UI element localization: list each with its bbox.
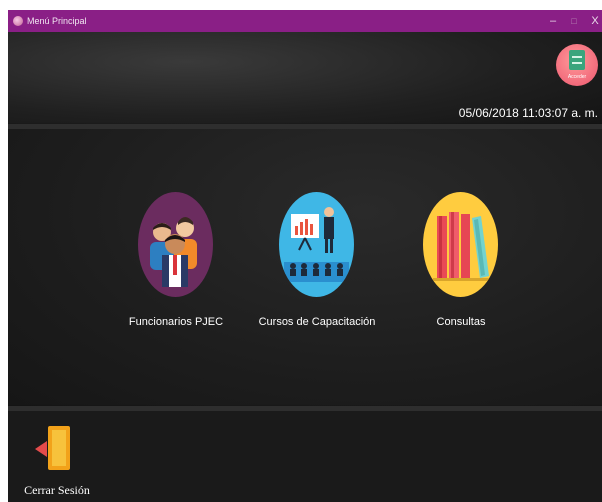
menu-item-label: Funcionarios PJEC [128,316,224,328]
app-icon [13,16,23,26]
settings-button-label: Acceder [567,74,587,80]
window-title: Menú Principal [27,16,87,26]
checklist-icon [569,50,585,70]
logout-door-icon [48,426,70,470]
menu-item-label: Cursos de Capacitación [258,316,376,328]
menu-item-label: Consultas [436,316,486,328]
footer-panel: Cerrar Sesión [8,411,602,502]
arrow-left-icon [35,441,47,457]
title-bar[interactable]: Menú Principal – □ X [8,10,602,32]
menu-item-cursos[interactable]: Cursos de Capacitación [252,192,382,337]
people-icon [138,192,213,297]
settings-button[interactable]: Acceder [556,44,598,86]
minimize-button[interactable]: – [544,13,562,29]
maximize-button[interactable]: □ [565,13,583,29]
header-panel: Acceder 05/06/2018 11:03:07 a. m. [8,32,602,132]
menu-item-consultas[interactable]: Consultas [396,192,526,337]
menu-item-funcionarios[interactable]: Funcionarios PJEC [111,192,241,337]
logout-label: Cerrar Sesión [24,483,90,497]
main-window: Menú Principal – □ X Acceder 05/06/2018 … [8,10,602,502]
logout-button[interactable]: Cerrar Sesión [22,421,92,501]
close-button[interactable]: X [586,13,602,29]
menu-panel: Funcionarios PJEC Cursos de Capacitación… [8,129,602,406]
presentation-icon [279,192,354,297]
books-icon [423,192,498,297]
datetime-display: 05/06/2018 11:03:07 a. m. [458,106,598,120]
